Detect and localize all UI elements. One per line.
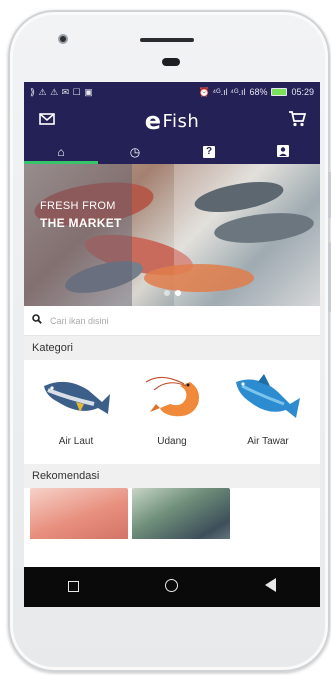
logo-text: Fish xyxy=(162,110,200,132)
history-icon: ◷ xyxy=(129,145,141,159)
tuna-fish-icon xyxy=(44,381,110,414)
recommendation-card[interactable] xyxy=(30,488,128,539)
back-triangle-icon[interactable] xyxy=(251,578,291,596)
search-icon xyxy=(32,314,42,327)
category-air-tawar[interactable]: Air Tawar xyxy=(220,368,316,460)
tab-help[interactable]: ? xyxy=(172,140,246,164)
home-circle-icon[interactable] xyxy=(152,578,192,596)
category-udang[interactable]: Udang xyxy=(124,368,220,460)
mail-icon[interactable] xyxy=(36,112,58,130)
tab-home[interactable]: ⌂ xyxy=(24,140,98,164)
freshwater-fish-icon xyxy=(236,374,300,418)
battery-icon xyxy=(271,88,288,96)
recommendation-card[interactable] xyxy=(132,488,230,539)
tab-bar: ⌂ ◷ ? xyxy=(24,140,320,164)
profile-icon xyxy=(277,144,289,160)
android-nav-bar xyxy=(24,567,320,607)
shrimp-icon xyxy=(145,376,199,417)
app-bar: e Fish xyxy=(24,102,320,140)
search-input[interactable] xyxy=(50,315,312,326)
category-air-laut[interactable]: Air Laut xyxy=(28,368,124,460)
tab-history[interactable]: ◷ xyxy=(98,140,172,164)
recent-apps-icon[interactable] xyxy=(53,579,93,596)
status-time: 05:29 xyxy=(291,87,314,97)
category-label: Air Laut xyxy=(58,436,94,447)
banner-dot[interactable] xyxy=(174,290,181,296)
phone-screen: ⟫ ⚠ ⚠ ✉ ☐ ▣ ⏰ ⁴ᴳ.ıl ⁴ᴳ.ıl 68% 05:29 e Fi… xyxy=(24,82,320,607)
category-label: Udang xyxy=(157,436,187,447)
recommendations-heading: Rekomendasi xyxy=(24,464,320,488)
categories-heading: Kategori xyxy=(24,336,320,360)
banner-pagination xyxy=(24,290,320,296)
battery-percent: 68% xyxy=(249,87,268,97)
category-list: Air Laut Udang Air Tawar xyxy=(24,360,320,460)
search-bar xyxy=(24,306,320,336)
help-icon: ? xyxy=(203,146,215,158)
logo-mark: e xyxy=(144,107,162,135)
category-label: Air Tawar xyxy=(247,436,289,447)
banner-dot[interactable] xyxy=(163,290,170,296)
recommendation-list xyxy=(24,488,320,539)
banner-shrimp-image xyxy=(144,264,254,292)
status-right-group: ⏰ ⁴ᴳ.ıl ⁴ᴳ.ıl 68% 05:29 xyxy=(199,87,314,98)
proximity-sensor xyxy=(162,58,180,66)
banner-overlay xyxy=(24,164,132,306)
signal-icon: ⏰ ⁴ᴳ.ıl ⁴ᴳ.ıl xyxy=(198,86,246,97)
cart-icon[interactable] xyxy=(286,110,308,132)
banner-headline-2: THE MARKET xyxy=(40,216,122,230)
home-icon: ⌂ xyxy=(57,145,65,159)
promo-banner[interactable]: FRESH FROM THE MARKET xyxy=(24,164,320,306)
tab-profile[interactable] xyxy=(246,140,320,164)
earpiece-speaker xyxy=(140,38,194,42)
app-logo: e Fish xyxy=(145,107,200,135)
front-camera xyxy=(58,34,68,44)
status-bar: ⟫ ⚠ ⚠ ✉ ☐ ▣ ⏰ ⁴ᴳ.ıl ⁴ᴳ.ıl 68% 05:29 xyxy=(24,82,320,102)
banner-headline-1: FRESH FROM xyxy=(40,200,116,212)
status-notification-icons: ⟫ ⚠ ⚠ ✉ ☐ ▣ xyxy=(30,86,94,97)
